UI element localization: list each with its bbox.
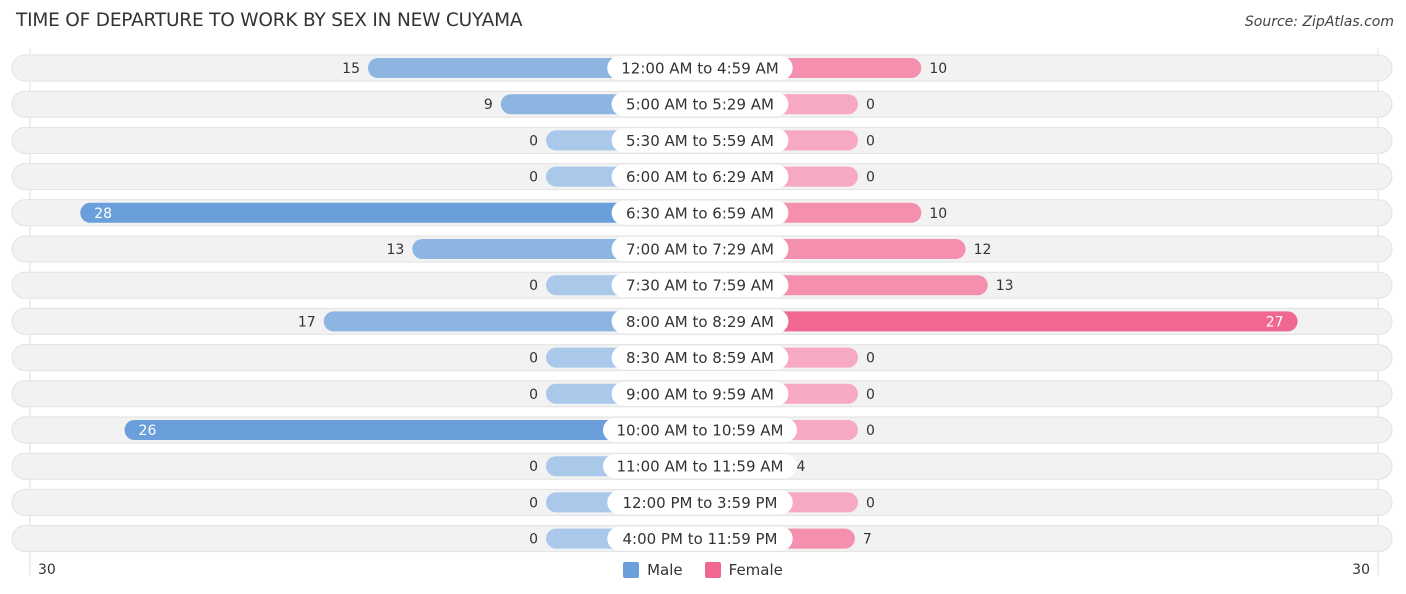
legend-label-male: Male (647, 561, 683, 579)
legend: Male Female (0, 561, 1406, 579)
category-label: 10:00 AM to 10:59 AM (617, 422, 784, 440)
category-label: 7:00 AM to 7:29 AM (626, 241, 774, 259)
legend-item-male[interactable]: Male (623, 561, 683, 579)
value-label-male: 0 (529, 532, 538, 548)
category-label: 4:00 PM to 11:59 PM (622, 530, 777, 548)
value-label-female: 0 (866, 423, 875, 439)
value-label-male: 0 (529, 351, 538, 367)
value-label-female: 10 (929, 206, 947, 222)
value-label-male: 17 (298, 314, 316, 330)
value-label-male: 26 (139, 423, 157, 439)
value-label-female: 0 (866, 387, 875, 403)
category-label: 8:30 AM to 8:59 AM (626, 349, 774, 367)
category-label: 12:00 AM to 4:59 AM (621, 60, 778, 78)
legend-swatch-female (704, 562, 721, 578)
legend-swatch-male (623, 562, 640, 578)
value-label-female: 27 (1266, 314, 1284, 330)
category-label: 6:30 AM to 6:59 AM (626, 204, 774, 222)
value-label-male: 0 (529, 170, 538, 186)
category-label: 12:00 PM to 3:59 PM (622, 494, 777, 512)
category-label: 6:00 AM to 6:29 AM (626, 168, 774, 186)
value-label-female: 10 (929, 61, 947, 77)
value-label-male: 0 (529, 495, 538, 511)
bar-female (700, 311, 1298, 332)
category-label: 9:00 AM to 9:59 AM (626, 385, 774, 403)
category-label: 11:00 AM to 11:59 AM (617, 458, 784, 476)
value-label-male: 15 (342, 61, 360, 77)
category-label: 5:00 AM to 5:29 AM (626, 96, 774, 114)
chart-canvas: 12:00 AM to 4:59 AM 15 10 5:00 AM to 5:29 A… (11, 48, 1393, 575)
value-label-male: 28 (94, 206, 112, 222)
value-label-female: 0 (866, 97, 875, 113)
value-label-female: 0 (866, 351, 875, 367)
legend-label-female: Female (728, 561, 783, 579)
value-label-female: 0 (866, 170, 875, 186)
value-label-male: 0 (529, 459, 538, 475)
value-label-female: 0 (866, 133, 875, 149)
value-label-male: 0 (529, 387, 538, 403)
value-label-male: 13 (386, 242, 404, 258)
value-label-female: 0 (866, 495, 875, 511)
value-label-male: 9 (484, 97, 493, 113)
value-label-male: 0 (529, 278, 538, 294)
category-label: 8:00 AM to 8:29 AM (626, 313, 774, 331)
value-label-female: 4 (797, 459, 806, 475)
bar-male (80, 202, 701, 223)
category-label: 5:30 AM to 5:59 AM (626, 132, 774, 150)
value-label-female: 7 (863, 532, 872, 548)
value-label-female: 13 (996, 278, 1014, 294)
value-label-female: 12 (974, 242, 992, 258)
category-label: 7:30 AM to 7:59 AM (626, 277, 774, 295)
value-label-male: 0 (529, 133, 538, 149)
legend-item-female[interactable]: Female (704, 561, 783, 579)
